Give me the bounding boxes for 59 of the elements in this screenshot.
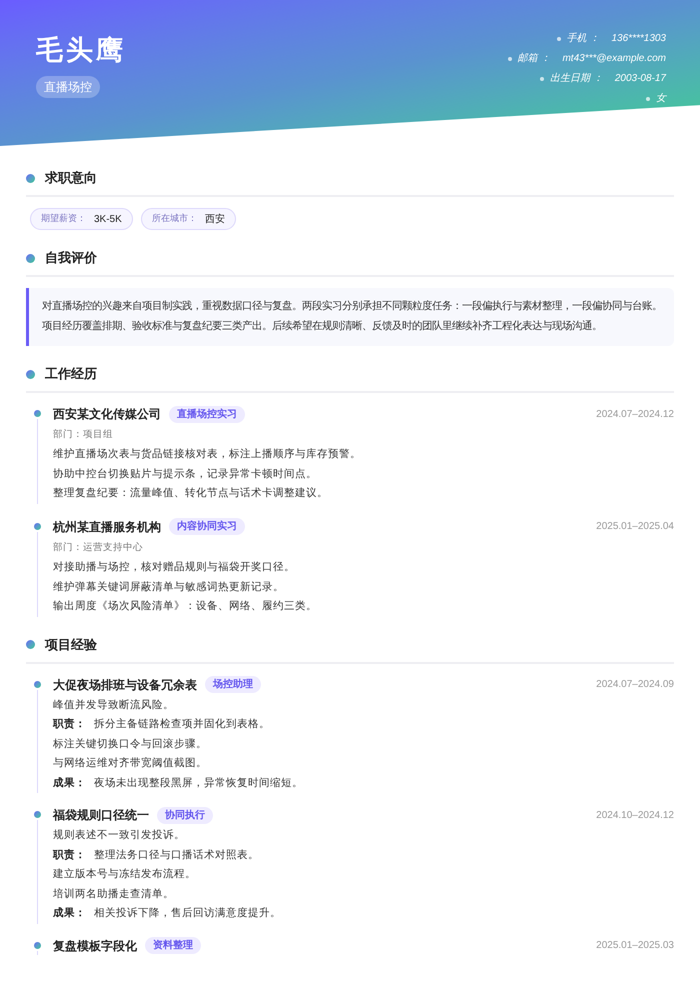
date-range: 2024.07–2024.09: [596, 678, 674, 692]
duty-label: 职责：: [53, 717, 86, 732]
result-label: 成果：: [53, 776, 86, 790]
result-text: 夜场未出现整段黑屏，异常恢复时间缩短。: [94, 776, 303, 790]
bullet-icon: [646, 96, 650, 100]
project-background: 峰值并发导致断流风险。: [53, 698, 175, 712]
contact-label: 手机 ：: [566, 32, 600, 46]
contact-value: 136****1303: [612, 32, 666, 46]
result-text: 相关投诉下降，售后回访满意度提升。: [94, 906, 281, 921]
item-title: 杭州某直播服务机构: [53, 518, 161, 536]
role-tag: 资料整理: [145, 937, 201, 954]
item-title: 大促夜场排班与设备冗余表: [53, 676, 197, 694]
date-range: 2024.07–2024.12: [596, 408, 674, 422]
item-title: 福袋规则口径统一: [53, 807, 149, 824]
duty-line: 对接助播与场控，核对赠品规则与福袋开奖口径。: [53, 560, 296, 575]
chip-value: 西安: [204, 212, 225, 226]
date-range: 2025.01–2025.03: [596, 939, 674, 953]
duty-line: 整理复盘纪要：流量峰值、转化节点与话术卡调整建议。: [53, 486, 329, 502]
project-background: 规则表述不一致引发投诉。: [53, 828, 186, 843]
result-label: 成果：: [53, 906, 86, 921]
duty-label: 职责：: [53, 848, 86, 862]
date-range: 2025.01–2025.04: [596, 520, 674, 534]
role-tag: 协同执行: [157, 806, 213, 824]
chip-value: 3K-5K: [94, 212, 122, 226]
item-title: 西安某文化传媒公司: [53, 406, 161, 423]
chip-label: 所在城市：: [152, 212, 197, 226]
duty-line: 标注关键切换口令与回滚步骤。: [53, 736, 207, 752]
role-tag: 内容协同实习: [169, 518, 245, 536]
contact-label: 邮箱 ：: [518, 52, 550, 66]
role-tag: 直播场控: [36, 76, 100, 98]
duty-line: 维护弹幕关键词屏蔽清单与敏感词热更新记录。: [53, 580, 285, 594]
duty-line: 与网络运维对齐带宽阈值截图。: [53, 756, 207, 771]
contact-value: mt43***@example.com: [562, 52, 666, 66]
role-tag: 直播场控实习: [169, 406, 245, 422]
bullet-icon: [540, 76, 544, 80]
contact-value: 2003-08-17: [614, 72, 666, 86]
duty-line: 建立版本号与冻结发布流程。: [53, 867, 196, 882]
person-name: 毛头鹰: [36, 34, 126, 67]
summary-text: 对直播场控的兴趣来自项目制实践，重视数据口径与复盘。两段实习分别承担不同颗粒度任务：一段偏执行与素材整理，一段偏协同与台账。项目经历覆盖排期、验收标准与复盘纪要三类产出。后续希望在规则清晰、反馈及时的团队里继续补齐工程化表达与现场沟通。: [26, 288, 674, 346]
department: 部门：项目组: [53, 428, 114, 442]
chip-label: 期望薪资：: [41, 212, 86, 226]
duty-line: 协助中控台切换贴片与提示条，记录异常卡顿时间点。: [53, 466, 318, 482]
section-title: 自我评价: [45, 249, 97, 268]
date-range: 2024.10–2024.12: [596, 808, 674, 822]
department: 部门：运营支持中心: [53, 540, 144, 555]
duty-line: 整理法务口径与口播话术对照表。: [94, 848, 259, 862]
section-title: 求职意向: [45, 169, 97, 188]
section-title: 工作经历: [45, 365, 97, 384]
bullet-icon: [508, 56, 512, 60]
duty-line: 维护直播场次表与货品链接核对表，标注上播顺序与库存预警。: [53, 447, 362, 462]
duty-line: 输出周度《场次风险清单》：设备、网络、履约三类。: [53, 599, 318, 614]
contact-label: 出生日期 ：: [550, 72, 603, 86]
duty-line: 培训两名助播走查清单。: [53, 886, 174, 902]
item-title: 复盘模板字段化: [53, 938, 137, 954]
role-tag: 场控助理: [205, 676, 261, 693]
duty-line: 拆分主备链路检查项并固化到表格。: [94, 717, 270, 732]
contact-value: 女: [656, 92, 666, 106]
section-title: 项目经验: [45, 636, 97, 654]
bullet-icon: [556, 36, 561, 40]
